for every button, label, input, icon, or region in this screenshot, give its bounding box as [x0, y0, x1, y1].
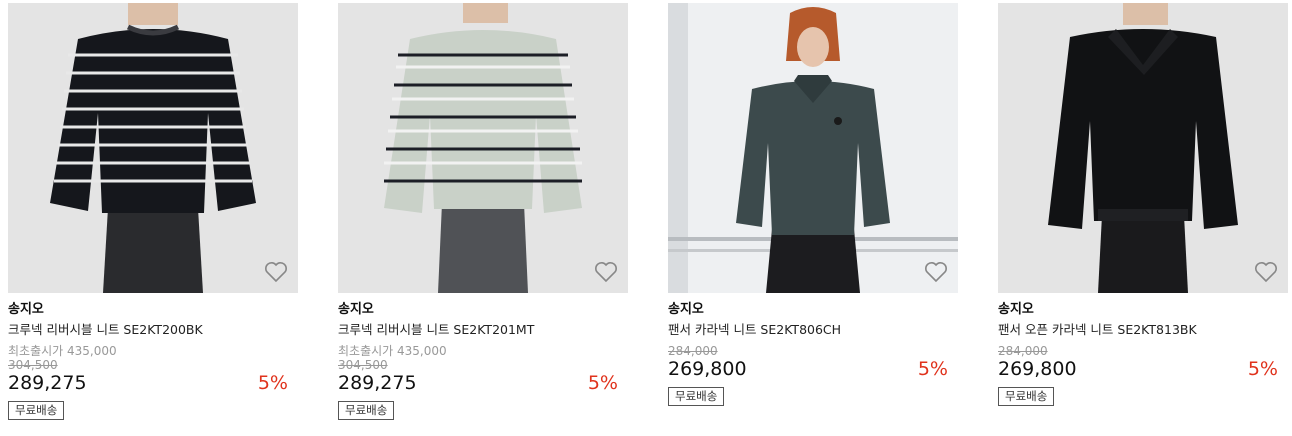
product-photo-charcoal-collar-knit	[668, 3, 958, 293]
product-name[interactable]: 팬서 카라넥 니트 SE2KT806CH	[668, 322, 958, 338]
product-image[interactable]	[998, 3, 1288, 293]
wishlist-heart-icon[interactable]	[1254, 261, 1278, 283]
original-price: 284,000	[668, 344, 718, 358]
product-photo-black-open-collar-knit	[998, 3, 1288, 293]
product-photo-mint-striped-sweater	[338, 3, 628, 293]
product-image[interactable]	[668, 3, 958, 293]
product-grid: 송지오 크루넥 리버시블 니트 SE2KT200BK 최초출시가 435,000…	[0, 0, 1292, 436]
sale-price: 289,275	[338, 372, 417, 394]
first-release-price: 최초출시가 435,000	[338, 344, 447, 358]
free-shipping-badge: 무료배송	[998, 387, 1055, 406]
product-brand[interactable]: 송지오	[338, 302, 628, 318]
original-price: 304,500	[8, 358, 58, 372]
discount-rate: 5%	[257, 372, 288, 394]
original-price: 304,500	[338, 358, 388, 372]
discount-rate: 5%	[587, 372, 618, 394]
free-shipping-badge: 무료배송	[668, 387, 725, 406]
discount-rate: 5%	[917, 358, 948, 380]
price-row: 269,800 5%	[668, 358, 958, 380]
discount-rate: 5%	[1247, 358, 1278, 380]
original-price: 284,000	[998, 344, 1048, 358]
free-shipping-badge: 무료배송	[8, 401, 65, 420]
price-row: 269,800 5%	[998, 358, 1288, 380]
product-card[interactable]: 송지오 팬서 카라넥 니트 SE2KT806CH 284,000 269,800…	[668, 3, 958, 406]
product-name[interactable]: 크루넥 리버시블 니트 SE2KT200BK	[8, 322, 298, 338]
product-name[interactable]: 크루넥 리버시블 니트 SE2KT201MT	[338, 322, 628, 338]
product-image[interactable]	[338, 3, 628, 293]
sale-price: 289,275	[8, 372, 87, 394]
product-card[interactable]: 송지오 크루넥 리버시블 니트 SE2KT201MT 최초출시가 435,000…	[338, 3, 628, 420]
wishlist-heart-icon[interactable]	[924, 261, 948, 283]
free-shipping-badge: 무료배송	[338, 401, 395, 420]
product-name[interactable]: 팬서 오픈 카라넥 니트 SE2KT813BK	[998, 322, 1288, 338]
product-image[interactable]	[8, 3, 298, 293]
product-photo-black-striped-sweater	[8, 3, 298, 293]
sale-price: 269,800	[998, 358, 1077, 380]
wishlist-heart-icon[interactable]	[594, 261, 618, 283]
product-brand[interactable]: 송지오	[998, 302, 1288, 318]
product-brand[interactable]: 송지오	[668, 302, 958, 318]
price-row: 289,275 5%	[338, 372, 628, 394]
sale-price: 269,800	[668, 358, 747, 380]
wishlist-heart-icon[interactable]	[264, 261, 288, 283]
product-card[interactable]: 송지오 크루넥 리버시블 니트 SE2KT200BK 최초출시가 435,000…	[8, 3, 298, 420]
product-brand[interactable]: 송지오	[8, 302, 298, 318]
product-card[interactable]: 송지오 팬서 오픈 카라넥 니트 SE2KT813BK 284,000 269,…	[998, 3, 1288, 406]
price-row: 289,275 5%	[8, 372, 298, 394]
first-release-price: 최초출시가 435,000	[8, 344, 117, 358]
